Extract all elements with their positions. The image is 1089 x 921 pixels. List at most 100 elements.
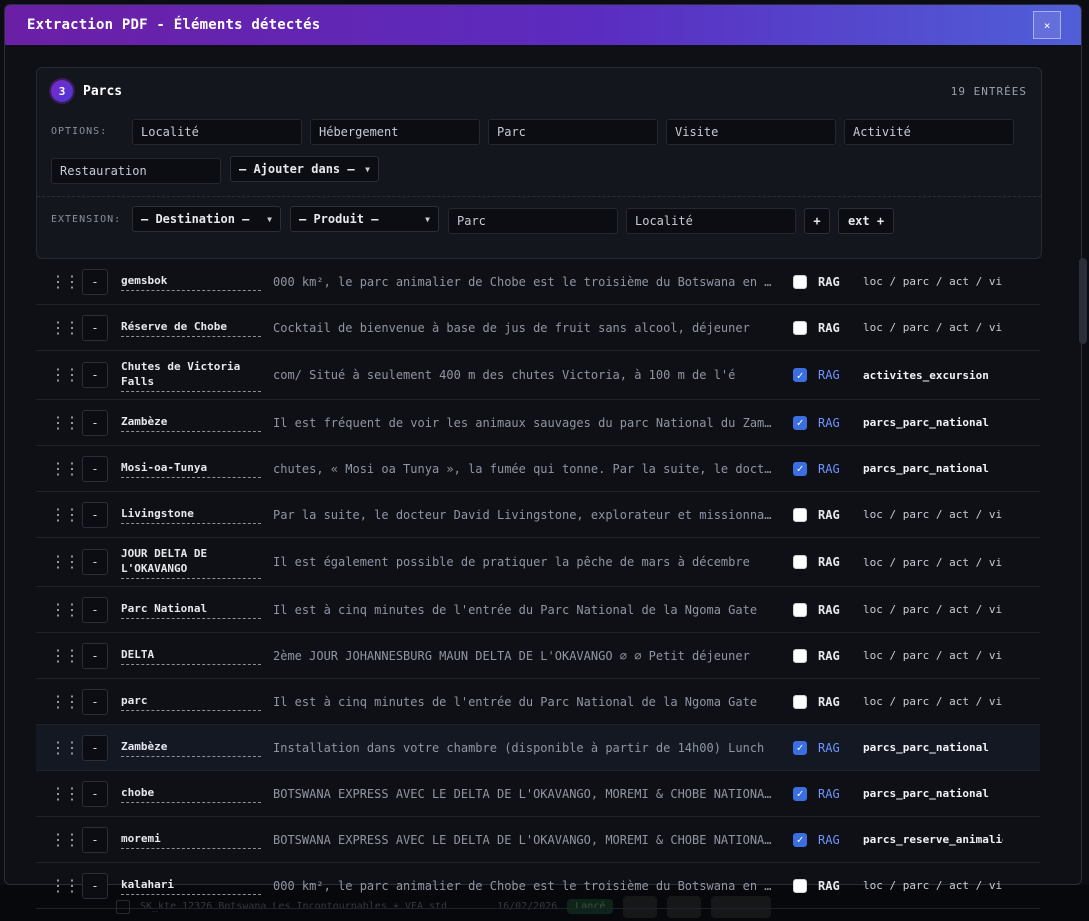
option-parc[interactable]: Parc bbox=[488, 119, 658, 145]
remove-row-button[interactable]: - bbox=[82, 549, 108, 575]
remove-row-button[interactable]: - bbox=[82, 826, 108, 853]
rag-checkbox[interactable] bbox=[793, 320, 807, 335]
row-category[interactable]: loc / parc / act / vi bbox=[863, 603, 1003, 616]
drag-handle-icon[interactable]: ⋮⋮ bbox=[50, 414, 80, 431]
drag-handle-icon[interactable]: ⋮⋮ bbox=[50, 273, 80, 290]
rag-checkbox[interactable] bbox=[793, 555, 807, 569]
destination-select[interactable]: — Destination — ▼ bbox=[132, 206, 281, 232]
row-category[interactable]: loc / parc / act / vi bbox=[863, 695, 1003, 708]
drag-handle-icon[interactable]: ⋮⋮ bbox=[50, 693, 80, 710]
table-row: ⋮⋮ - Chutes de Victoria Falls com/ Situé… bbox=[36, 351, 1040, 400]
remove-row-button[interactable]: - bbox=[82, 780, 108, 807]
remove-row-button[interactable]: - bbox=[82, 455, 108, 482]
rag-checkbox[interactable] bbox=[793, 786, 807, 801]
drag-handle-icon[interactable]: ⋮⋮ bbox=[50, 647, 80, 664]
remove-row-button[interactable]: - bbox=[82, 872, 108, 899]
remove-row-button[interactable]: - bbox=[82, 596, 108, 623]
rag-label: RAG bbox=[818, 368, 840, 382]
row-category[interactable]: parcs_parc_national bbox=[863, 787, 1003, 800]
rag-checkbox[interactable] bbox=[793, 694, 807, 709]
drag-handle-icon[interactable]: ⋮⋮ bbox=[50, 877, 80, 894]
rag-checkbox[interactable] bbox=[793, 878, 807, 893]
row-category[interactable]: loc / parc / act / vi bbox=[863, 321, 1003, 334]
scrollbar[interactable] bbox=[1079, 258, 1087, 344]
rag-checkbox[interactable] bbox=[793, 740, 807, 755]
row-category[interactable]: loc / parc / act / vi bbox=[863, 508, 1003, 521]
row-term[interactable]: DELTA bbox=[121, 647, 261, 665]
rag-checkbox[interactable] bbox=[793, 461, 807, 476]
drag-handle-icon[interactable]: ⋮⋮ bbox=[50, 739, 80, 756]
row-term[interactable]: gemsbok bbox=[121, 273, 261, 291]
rag-checkbox[interactable] bbox=[793, 274, 807, 289]
option-hebergement[interactable]: Hébergement bbox=[310, 119, 480, 145]
row-term[interactable]: Zambèze bbox=[121, 739, 261, 757]
rag-checkbox[interactable] bbox=[793, 368, 807, 382]
remove-row-button[interactable]: - bbox=[82, 314, 108, 341]
section-header: 3 Parcs 19 ENTRÉES bbox=[51, 78, 1027, 104]
row-term[interactable]: parc bbox=[121, 693, 261, 711]
row-category[interactable]: parcs_reserve_animalie bbox=[863, 833, 1003, 846]
row-category[interactable]: loc / parc / act / vi bbox=[863, 275, 1003, 288]
option-visite[interactable]: Visite bbox=[666, 119, 836, 145]
row-term[interactable]: moremi bbox=[121, 831, 261, 849]
row-term[interactable]: Livingstone bbox=[121, 506, 261, 524]
remove-row-button[interactable]: - bbox=[82, 688, 108, 715]
extension-parc-input[interactable]: Parc bbox=[448, 208, 618, 234]
drag-handle-icon[interactable]: ⋮⋮ bbox=[50, 554, 80, 570]
row-term[interactable]: Zambèze bbox=[121, 414, 261, 432]
rag-checkbox[interactable] bbox=[793, 602, 807, 617]
row-category[interactable]: parcs_parc_national bbox=[863, 416, 1003, 429]
row-category[interactable]: activites_excursion bbox=[863, 369, 1003, 382]
row-term[interactable]: kalahari bbox=[121, 877, 261, 895]
modal-header: Extraction PDF - Éléments détectés × bbox=[5, 5, 1081, 45]
row-category[interactable]: loc / parc / act / vi bbox=[863, 649, 1003, 662]
rag-checkbox[interactable] bbox=[793, 507, 807, 522]
add-extension-button[interactable]: + bbox=[804, 208, 830, 234]
chevron-down-icon: ▼ bbox=[425, 214, 430, 224]
remove-row-button[interactable]: - bbox=[82, 501, 108, 528]
drag-handle-icon[interactable]: ⋮⋮ bbox=[50, 367, 80, 383]
product-select[interactable]: — Produit — ▼ bbox=[290, 206, 439, 232]
drag-handle-icon[interactable]: ⋮⋮ bbox=[50, 831, 80, 848]
rag-checkbox[interactable] bbox=[793, 415, 807, 430]
option-localite[interactable]: Localité bbox=[132, 119, 302, 145]
rag-checkbox[interactable] bbox=[793, 832, 807, 847]
table-row: ⋮⋮ - chobe BOTSWANA EXPRESS AVEC LE DELT… bbox=[36, 771, 1040, 817]
table-row: ⋮⋮ - Réserve de Chobe Cocktail de bienve… bbox=[36, 305, 1040, 351]
row-snippet: com/ Situé à seulement 400 m des chutes … bbox=[273, 368, 736, 382]
row-term[interactable]: Réserve de Chobe bbox=[121, 319, 261, 337]
remove-row-button[interactable]: - bbox=[82, 734, 108, 761]
add-to-select[interactable]: — Ajouter dans — ▼ bbox=[230, 156, 379, 182]
row-term[interactable]: JOUR DELTA DE L'OKAVANGO bbox=[121, 546, 261, 579]
ext-add-button[interactable]: ext + bbox=[838, 208, 894, 234]
row-category[interactable]: loc / parc / act / vi bbox=[863, 556, 1003, 569]
close-button[interactable]: × bbox=[1033, 11, 1061, 39]
row-category[interactable]: parcs_parc_national bbox=[863, 741, 1003, 754]
drag-handle-icon[interactable]: ⋮⋮ bbox=[50, 506, 80, 523]
remove-row-button[interactable]: - bbox=[82, 409, 108, 436]
option-activite[interactable]: Activité bbox=[844, 119, 1014, 145]
rag-checkbox[interactable] bbox=[793, 648, 807, 663]
remove-row-button[interactable]: - bbox=[82, 362, 108, 388]
table-row: ⋮⋮ - parc Il est à cinq minutes de l'ent… bbox=[36, 679, 1040, 725]
option-restauration[interactable]: Restauration bbox=[51, 158, 221, 184]
row-term[interactable]: chobe bbox=[121, 785, 261, 803]
table-row: ⋮⋮ - Mosi-oa-Tunya chutes, « Mosi oa Tun… bbox=[36, 446, 1040, 492]
remove-row-button[interactable]: - bbox=[82, 642, 108, 669]
drag-handle-icon[interactable]: ⋮⋮ bbox=[50, 785, 80, 802]
row-snippet: 2ème JOUR JOHANNESBURG MAUN DELTA DE L'O… bbox=[273, 648, 750, 663]
row-term[interactable]: Mosi-oa-Tunya bbox=[121, 460, 261, 478]
drag-handle-icon[interactable]: ⋮⋮ bbox=[50, 601, 80, 618]
row-category[interactable]: parcs_parc_national bbox=[863, 462, 1003, 475]
row-term[interactable]: Chutes de Victoria Falls bbox=[121, 359, 261, 392]
drag-handle-icon[interactable]: ⋮⋮ bbox=[50, 319, 80, 336]
product-select-label: — Produit — bbox=[299, 212, 379, 226]
row-category[interactable]: loc / parc / act / vi bbox=[863, 879, 1003, 892]
extension-localite-input[interactable]: Localité bbox=[626, 208, 796, 234]
rag-label: RAG bbox=[818, 461, 840, 476]
drag-handle-icon[interactable]: ⋮⋮ bbox=[50, 460, 80, 477]
table-row: ⋮⋮ - DELTA 2ème JOUR JOHANNESBURG MAUN D… bbox=[36, 633, 1040, 679]
row-term[interactable]: Parc National bbox=[121, 601, 261, 619]
chevron-down-icon: ▼ bbox=[365, 164, 370, 174]
remove-row-button[interactable]: - bbox=[82, 268, 108, 295]
